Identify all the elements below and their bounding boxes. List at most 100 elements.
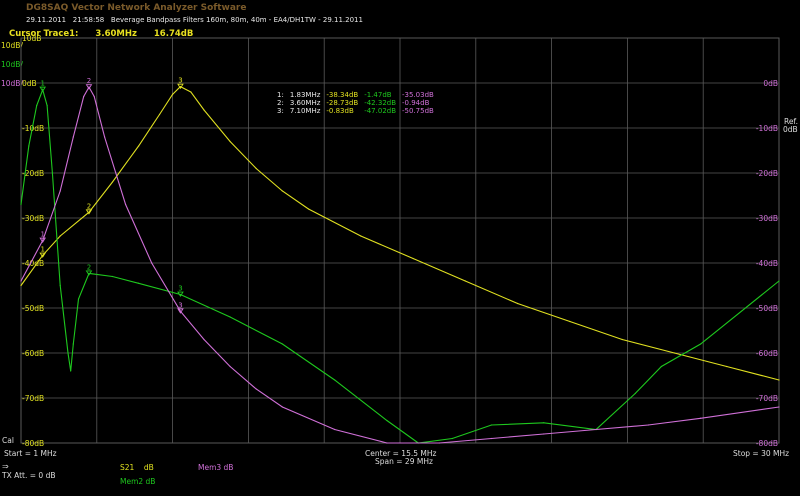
data-point-mem3: [386, 442, 388, 444]
data-point-mem3: [124, 203, 127, 206]
y-tick-label-right: -20dB: [756, 169, 778, 178]
data-point-s21: [307, 208, 310, 210]
data-point-mem2: [46, 104, 48, 107]
marker-cell-violet: -50.75dB: [402, 107, 434, 115]
data-point-mem2: [386, 419, 388, 422]
data-point-mem3: [151, 262, 153, 264]
marker-cell-violet: -0.94dB: [402, 99, 430, 107]
marker-row: 3: 7.10MHz -0.83dB -47.02dB -50.75dB: [277, 107, 440, 115]
legend-s21: S21 dB: [120, 463, 154, 472]
data-point-s21: [138, 145, 140, 147]
marker-cell-n: 3:: [277, 107, 284, 115]
marker-cell-freq: 7.10MHz: [289, 107, 321, 115]
data-point-mem2: [543, 422, 545, 424]
data-point-mem3: [20, 280, 22, 282]
data-point-mem3: [203, 338, 205, 341]
marker-number: 3: [178, 301, 182, 309]
legend-mem3: Mem3 dB: [198, 463, 234, 472]
marker-cell-freq: 1.83MHz: [289, 91, 321, 99]
data-point-mem3: [229, 365, 231, 368]
data-point-s21: [621, 338, 623, 341]
y-tick-label-left: 10dB: [22, 34, 41, 43]
data-point-s21: [111, 181, 114, 183]
marker-number: 3: [178, 285, 182, 293]
data-point-mem2: [451, 437, 453, 440]
data-point-mem3: [334, 428, 336, 431]
data-point-mem2: [490, 424, 493, 426]
marker-number: 1: [40, 80, 44, 88]
data-point-mem3: [255, 388, 257, 390]
tx-attenuation: TX Att. = 0 dB: [2, 471, 56, 480]
data-point-s21: [158, 113, 161, 116]
data-point-s21: [412, 257, 414, 260]
data-point-s21: [203, 109, 205, 111]
stop-frequency: Stop = 30 MHz: [733, 449, 790, 458]
data-point-mem2: [28, 145, 30, 147]
data-point-mem2: [778, 280, 780, 282]
y-tick-label-left: -80dB: [22, 439, 44, 448]
data-point-s21: [778, 379, 780, 381]
marker-number: 2: [87, 263, 91, 271]
data-point-mem3: [543, 433, 545, 435]
data-point-s21: [726, 365, 728, 368]
data-point-mem2: [138, 282, 140, 284]
data-point-mem3: [778, 406, 780, 408]
data-point-s21: [360, 235, 362, 237]
y-tick-label-right: -70dB: [756, 394, 778, 403]
y-tick-label-left: -60dB: [22, 349, 44, 358]
data-point-s21: [172, 93, 174, 95]
data-point-mem2: [660, 365, 662, 368]
data-point-mem2: [334, 379, 336, 381]
marker-row: 1: 1.83MHz -38.34dB -1.47dB -35.03dB: [277, 91, 440, 99]
marker-number: 2: [87, 77, 91, 85]
cal-label: Cal: [2, 436, 14, 445]
data-point-mem2: [20, 203, 22, 206]
data-point-s21: [20, 284, 22, 287]
data-point-mem3: [699, 417, 702, 419]
data-point-s21: [229, 140, 231, 143]
marker-cell-yellow: -38.34dB: [326, 91, 359, 99]
data-point-s21: [255, 167, 257, 170]
marker-cell-n: 1:: [277, 91, 284, 99]
data-point-mem3: [595, 428, 597, 431]
y-tick-label-right: -60dB: [756, 349, 778, 358]
span-frequency: Span = 29 MHz: [375, 457, 433, 466]
marker-cell-yellow: -28.73dB: [326, 99, 359, 107]
data-point-mem2: [77, 298, 80, 300]
data-point-mem2: [634, 392, 636, 395]
data-point-mem3: [647, 424, 649, 426]
marker-cell-n: 2:: [277, 99, 284, 107]
y-tick-label-right: -10dB: [756, 124, 778, 133]
y-tick-label-left: -70dB: [22, 394, 44, 403]
data-point-mem2: [111, 275, 114, 278]
data-point-mem3: [93, 95, 95, 98]
marker-number: 2: [87, 202, 91, 210]
y-tick-label-right: 0dB: [763, 79, 778, 88]
start-frequency: Start = 1 MHz: [4, 449, 57, 458]
marker-number: 3: [178, 77, 182, 85]
data-point-mem3: [490, 437, 493, 440]
data-point-mem3: [104, 136, 106, 138]
data-point-mem2: [67, 352, 69, 354]
marker-row: 2: 3.60MHz -28.73dB -42.32dB -0.94dB: [277, 99, 440, 107]
data-point-s21: [190, 91, 192, 93]
y-tick-label-right: -30dB: [756, 214, 778, 223]
marker-cell-green: -42.32dB: [364, 99, 397, 107]
marker-cell-yellow: -0.83dB: [326, 107, 354, 115]
data-point-mem2: [70, 370, 72, 372]
data-point-mem3: [72, 136, 74, 138]
y-tick-label-left: -40dB: [22, 259, 44, 268]
data-point-mem2: [59, 284, 61, 287]
marker-number: 1: [40, 246, 44, 254]
y-tick-label-right: -80dB: [756, 439, 778, 448]
data-point-s21: [281, 190, 283, 192]
marker-number: 1: [40, 231, 44, 239]
data-point-s21: [569, 320, 571, 323]
legend-s21-unit: dB: [143, 463, 154, 472]
marker-table: 1: 1.83MHz -38.34dB -1.47dB -35.03dB 2: 3.60MH…: [277, 91, 440, 115]
y-tick-label-right: -50dB: [756, 304, 778, 313]
data-point-mem2: [51, 172, 53, 174]
legend-mem2: Mem2 dB: [120, 477, 156, 486]
data-point-s21: [59, 235, 61, 237]
marker-cell-freq: 3.60MHz: [289, 99, 321, 107]
